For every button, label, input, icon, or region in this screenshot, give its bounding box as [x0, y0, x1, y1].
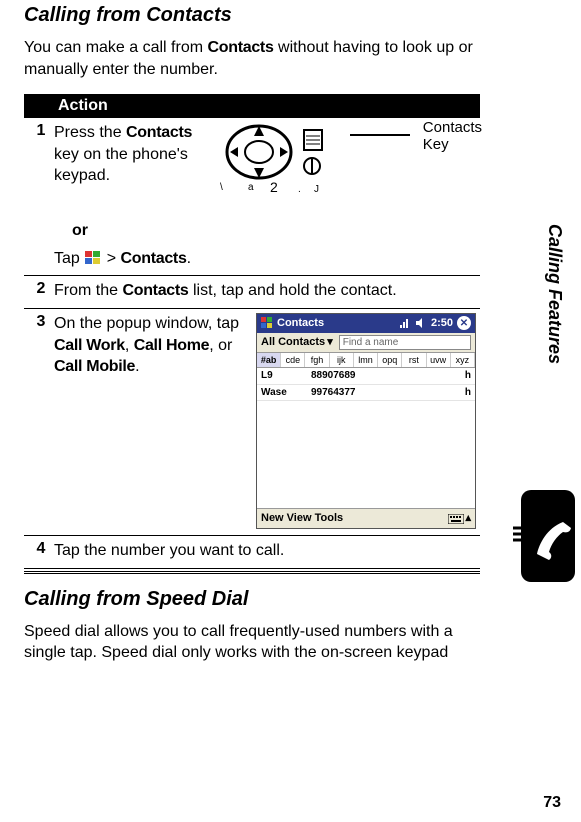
section1-title: Calling from Contacts: [24, 4, 480, 27]
step1-bold: Contacts: [126, 124, 192, 141]
step3-number: 3: [24, 308, 54, 535]
step1-tap-pre: Tap: [54, 250, 84, 267]
scr-bottom-menu: New View Tools: [261, 511, 343, 526]
action-header: Action: [24, 94, 480, 118]
keyboard-icon: ▴: [448, 511, 471, 526]
intro-bold: Contacts: [208, 39, 274, 56]
close-icon: ✕: [457, 316, 471, 330]
step2-post: list, tap and hold the contact.: [189, 282, 397, 299]
search-input: Find a name: [339, 335, 471, 351]
chapter-phone-icon: [513, 490, 575, 582]
table-end-rule: [24, 571, 480, 574]
speaker-icon: [415, 317, 427, 329]
svg-text:.: .: [298, 184, 301, 194]
chevron-down-icon: ▾: [327, 335, 333, 350]
action-table: Action 1 Press the Contacts key on the p…: [24, 94, 480, 569]
step2-number: 2: [24, 276, 54, 309]
filter-dropdown: All Contacts ▾: [261, 335, 333, 350]
svg-text:J: J: [314, 184, 319, 194]
section2-title: Calling from Speed Dial: [24, 588, 480, 611]
keypad-illustration: \ a 2 . J Contacts Key: [214, 122, 476, 212]
step4-number: 4: [24, 536, 54, 569]
step4-text: Tap the number you want to call.: [54, 536, 480, 569]
svg-text:2: 2: [270, 179, 278, 194]
step1-or: or: [72, 220, 476, 242]
signal-icon: [399, 317, 411, 329]
svg-text:a: a: [248, 182, 254, 193]
step2-bold: Contacts: [122, 282, 188, 299]
step3-pre: On the popup window, tap: [54, 315, 239, 332]
step1-tap-bold: Contacts: [121, 250, 187, 267]
list-item: L9 88907689 h: [257, 368, 475, 385]
step3-b2: Call Home: [134, 337, 210, 354]
step3-mid1: ,: [125, 337, 134, 354]
intro-pre: You can make a call from: [24, 39, 208, 56]
section2-body: Speed dial allows you to call frequently…: [24, 621, 480, 664]
step1-number: 1: [24, 118, 54, 276]
svg-text:\: \: [220, 182, 223, 193]
section1-intro: You can make a call from Contacts withou…: [24, 37, 480, 80]
contacts-key-callout: Contacts Key: [423, 120, 482, 153]
step1-tap-mid: >: [107, 250, 121, 267]
scr-title: Contacts: [277, 316, 324, 331]
side-chapter-label: Calling Features: [544, 224, 565, 364]
page-number: 73: [543, 794, 561, 812]
scr-time: 2:50: [431, 316, 453, 331]
step2-pre: From the: [54, 282, 122, 299]
step3-b1: Call Work: [54, 337, 125, 354]
step3-b3: Call Mobile: [54, 358, 135, 375]
step3-mid2: , or: [209, 337, 232, 354]
step1-pre: Press the: [54, 124, 126, 141]
contacts-screenshot: Contacts 2:50 ✕: [256, 313, 476, 529]
windows-flag-icon: [84, 250, 102, 266]
step3-post: .: [135, 358, 139, 375]
step1-post: key on the phone's keypad.: [54, 146, 188, 185]
list-item: Wase 99764377 h: [257, 385, 475, 402]
alpha-tabs: #abcdefghijklmnopqrstuvwxyz: [257, 353, 475, 368]
windows-flag-icon: [261, 317, 273, 329]
